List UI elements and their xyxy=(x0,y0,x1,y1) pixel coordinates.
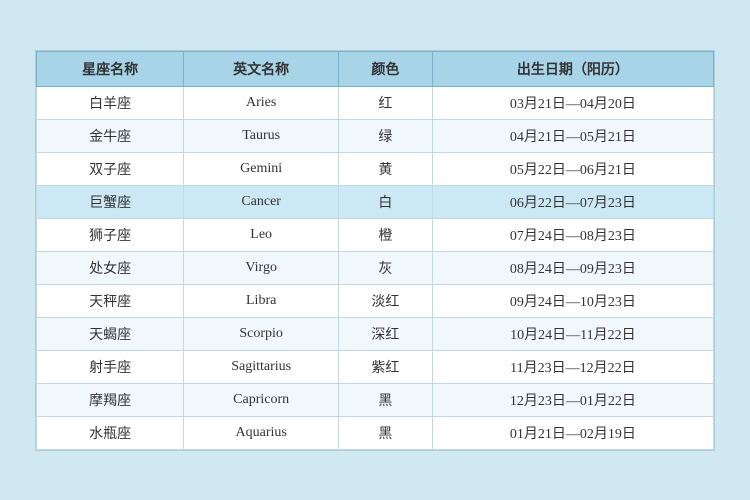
cell-english-name: Gemini xyxy=(184,152,339,185)
table-row: 射手座Sagittarius紫红11月23日—12月22日 xyxy=(37,350,714,383)
cell-dates: 12月23日—01月22日 xyxy=(432,383,713,416)
cell-color: 淡红 xyxy=(339,284,433,317)
cell-dates: 09月24日—10月23日 xyxy=(432,284,713,317)
cell-dates: 03月21日—04月20日 xyxy=(432,86,713,119)
cell-english-name: Scorpio xyxy=(184,317,339,350)
cell-dates: 07月24日—08月23日 xyxy=(432,218,713,251)
table-row: 白羊座Aries红03月21日—04月20日 xyxy=(37,86,714,119)
cell-dates: 06月22日—07月23日 xyxy=(432,185,713,218)
table-row: 天蝎座Scorpio深红10月24日—11月22日 xyxy=(37,317,714,350)
cell-color: 黄 xyxy=(339,152,433,185)
cell-english-name: Aquarius xyxy=(184,416,339,449)
cell-chinese-name: 狮子座 xyxy=(37,218,184,251)
cell-chinese-name: 水瓶座 xyxy=(37,416,184,449)
cell-chinese-name: 天蝎座 xyxy=(37,317,184,350)
cell-color: 红 xyxy=(339,86,433,119)
zodiac-table-container: 星座名称 英文名称 颜色 出生日期（阳历） 白羊座Aries红03月21日—04… xyxy=(35,50,715,451)
table-body: 白羊座Aries红03月21日—04月20日金牛座Taurus绿04月21日—0… xyxy=(37,86,714,449)
header-birth-date: 出生日期（阳历） xyxy=(432,51,713,86)
cell-color: 黑 xyxy=(339,383,433,416)
cell-color: 绿 xyxy=(339,119,433,152)
cell-dates: 11月23日—12月22日 xyxy=(432,350,713,383)
cell-chinese-name: 天秤座 xyxy=(37,284,184,317)
table-row: 巨蟹座Cancer白06月22日—07月23日 xyxy=(37,185,714,218)
cell-chinese-name: 金牛座 xyxy=(37,119,184,152)
cell-color: 白 xyxy=(339,185,433,218)
cell-chinese-name: 射手座 xyxy=(37,350,184,383)
cell-english-name: Virgo xyxy=(184,251,339,284)
cell-english-name: Libra xyxy=(184,284,339,317)
cell-english-name: Leo xyxy=(184,218,339,251)
cell-chinese-name: 巨蟹座 xyxy=(37,185,184,218)
cell-dates: 08月24日—09月23日 xyxy=(432,251,713,284)
cell-dates: 01月21日—02月19日 xyxy=(432,416,713,449)
cell-dates: 05月22日—06月21日 xyxy=(432,152,713,185)
cell-chinese-name: 双子座 xyxy=(37,152,184,185)
cell-english-name: Cancer xyxy=(184,185,339,218)
header-english-name: 英文名称 xyxy=(184,51,339,86)
table-row: 处女座Virgo灰08月24日—09月23日 xyxy=(37,251,714,284)
cell-color: 黑 xyxy=(339,416,433,449)
table-row: 狮子座Leo橙07月24日—08月23日 xyxy=(37,218,714,251)
cell-english-name: Sagittarius xyxy=(184,350,339,383)
zodiac-table: 星座名称 英文名称 颜色 出生日期（阳历） 白羊座Aries红03月21日—04… xyxy=(36,51,714,450)
table-header-row: 星座名称 英文名称 颜色 出生日期（阳历） xyxy=(37,51,714,86)
table-row: 天秤座Libra淡红09月24日—10月23日 xyxy=(37,284,714,317)
cell-chinese-name: 摩羯座 xyxy=(37,383,184,416)
table-row: 摩羯座Capricorn黑12月23日—01月22日 xyxy=(37,383,714,416)
cell-color: 紫红 xyxy=(339,350,433,383)
cell-color: 橙 xyxy=(339,218,433,251)
header-color: 颜色 xyxy=(339,51,433,86)
cell-chinese-name: 处女座 xyxy=(37,251,184,284)
table-row: 金牛座Taurus绿04月21日—05月21日 xyxy=(37,119,714,152)
cell-color: 深红 xyxy=(339,317,433,350)
cell-dates: 10月24日—11月22日 xyxy=(432,317,713,350)
cell-english-name: Aries xyxy=(184,86,339,119)
header-chinese-name: 星座名称 xyxy=(37,51,184,86)
table-row: 水瓶座Aquarius黑01月21日—02月19日 xyxy=(37,416,714,449)
cell-dates: 04月21日—05月21日 xyxy=(432,119,713,152)
cell-color: 灰 xyxy=(339,251,433,284)
cell-chinese-name: 白羊座 xyxy=(37,86,184,119)
table-row: 双子座Gemini黄05月22日—06月21日 xyxy=(37,152,714,185)
cell-english-name: Taurus xyxy=(184,119,339,152)
cell-english-name: Capricorn xyxy=(184,383,339,416)
